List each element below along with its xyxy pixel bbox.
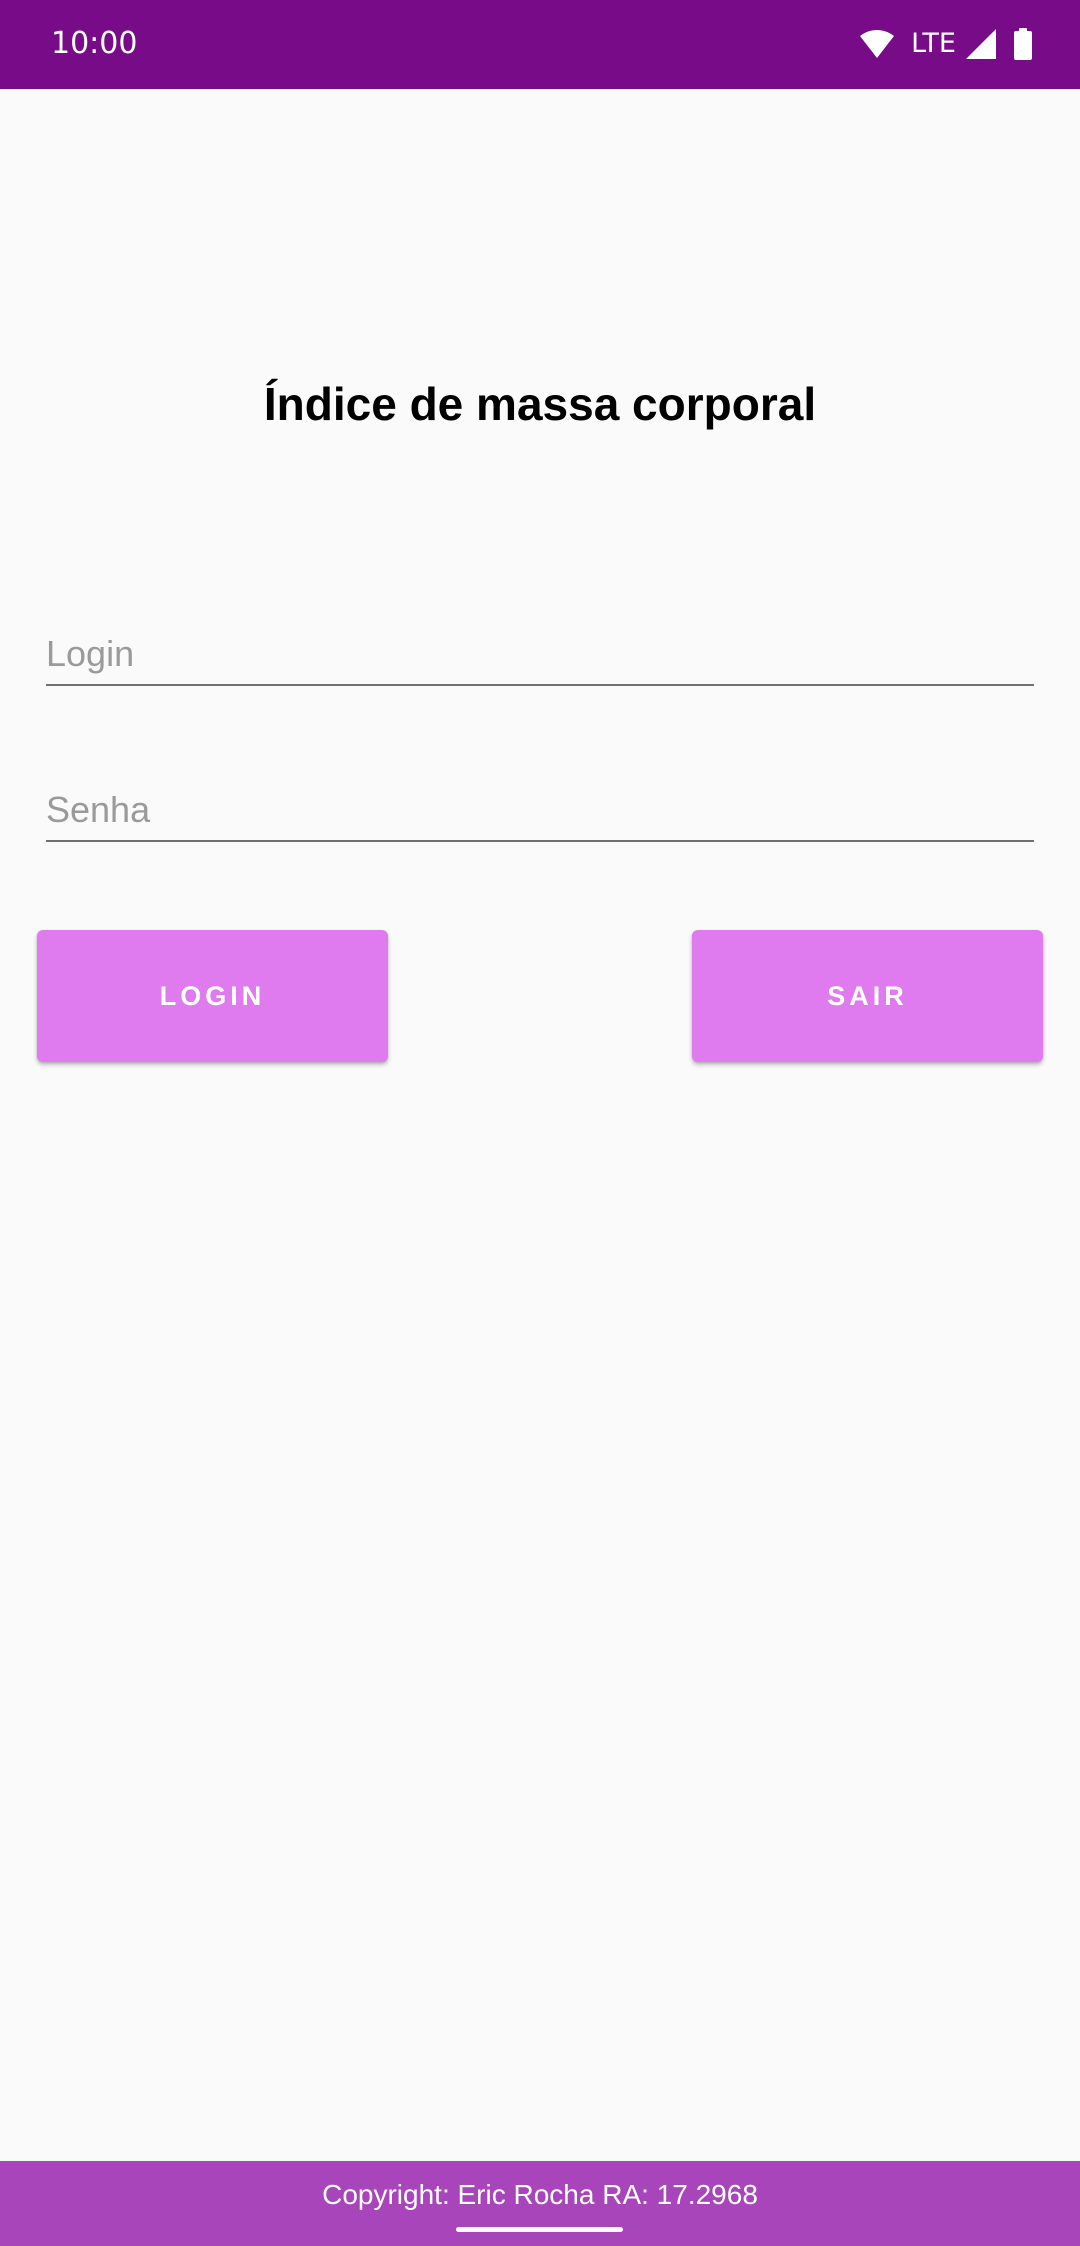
status-bar: 10:00 LTE <box>0 0 1080 89</box>
home-indicator[interactable] <box>456 2227 623 2232</box>
exit-button[interactable]: SAIR <box>692 930 1043 1062</box>
footer: Copyright: Eric Rocha RA: 17.2968 <box>0 2161 1080 2246</box>
password-input[interactable] <box>46 788 1034 832</box>
cellular-signal-icon <box>966 29 996 59</box>
login-input[interactable] <box>46 632 1034 676</box>
password-field[interactable] <box>46 768 1034 842</box>
copyright-text: Copyright: Eric Rocha RA: 17.2968 <box>322 2179 758 2210</box>
page-title: Índice de massa corporal <box>263 378 817 430</box>
status-time: 10:00 <box>51 26 138 61</box>
wifi-icon <box>859 29 895 59</box>
login-button[interactable]: LOGIN <box>37 930 388 1062</box>
login-field[interactable] <box>46 612 1034 686</box>
network-type: LTE <box>911 28 956 59</box>
battery-icon <box>1014 28 1032 60</box>
status-icons: LTE <box>859 26 1032 62</box>
